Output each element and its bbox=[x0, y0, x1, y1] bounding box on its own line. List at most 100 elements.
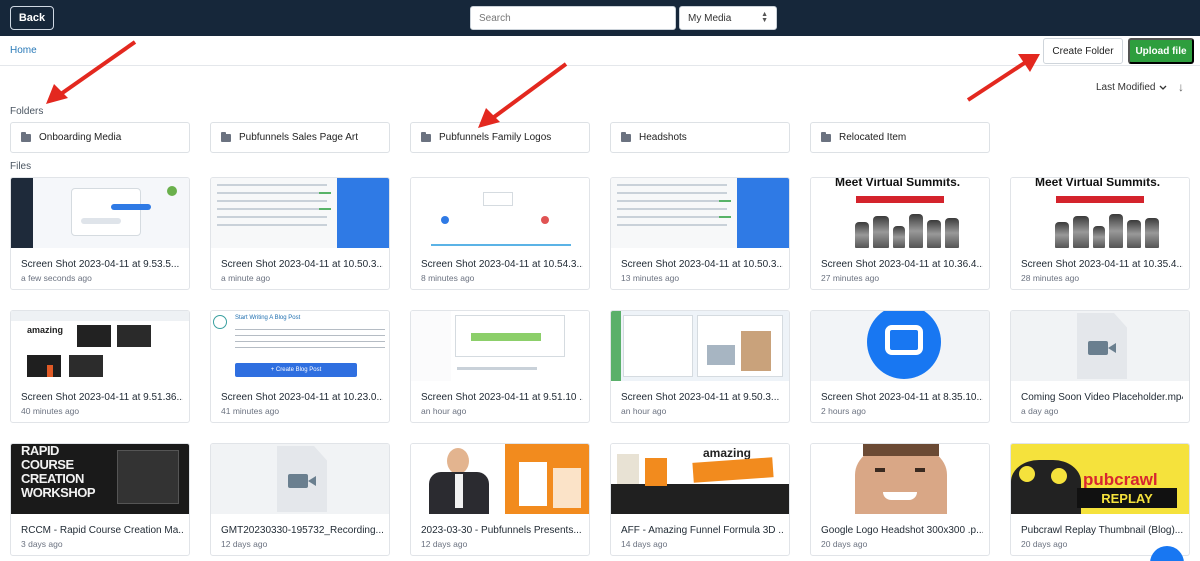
file-card[interactable]: Screen Shot 2023-04-11 at 9.53.5... a fe… bbox=[10, 177, 190, 290]
create-folder-button[interactable]: Create Folder bbox=[1043, 38, 1123, 64]
video-camera-icon bbox=[1088, 341, 1108, 355]
file-card[interactable]: amazing AFF - Amazing Funnel Formula 3D … bbox=[610, 443, 790, 556]
file-thumbnail: amazing bbox=[11, 311, 189, 381]
file-thumbnail bbox=[411, 178, 589, 248]
file-card[interactable]: GMT20230330-195732_Recording... 12 days … bbox=[210, 443, 390, 556]
file-name: Screen Shot 2023-04-11 at 9.53.5... bbox=[21, 259, 180, 270]
file-modified-time: a day ago bbox=[1021, 406, 1059, 416]
folder-name: Pubfunnels Sales Page Art bbox=[239, 132, 358, 143]
file-name: RCCM - Rapid Course Creation Ma... bbox=[21, 525, 183, 536]
file-modified-time: 12 days ago bbox=[221, 539, 268, 549]
folder-icon bbox=[221, 131, 231, 142]
file-card[interactable]: 2023-03-30 - Pubfunnels Presents... 12 d… bbox=[410, 443, 590, 556]
file-card[interactable]: Screen Shot 2023-04-11 at 10.50.3... 13 … bbox=[610, 177, 790, 290]
file-thumbnail: Meet Virtual Summits. bbox=[811, 178, 989, 248]
file-thumbnail bbox=[1011, 311, 1189, 381]
file-name: 2023-03-30 - Pubfunnels Presents... bbox=[421, 525, 582, 536]
back-button[interactable]: Back bbox=[10, 6, 54, 30]
file-card[interactable]: Meet Virtual Summits. Screen Shot 2023-0… bbox=[810, 177, 990, 290]
thumb-amazing-logo: amazing bbox=[703, 446, 752, 460]
video-camera-icon bbox=[288, 474, 308, 488]
file-modified-time: 3 days ago bbox=[21, 539, 63, 549]
folders-heading: Folders bbox=[10, 106, 44, 117]
file-name: Screen Shot 2023-04-11 at 10.23.0... bbox=[221, 392, 383, 403]
folder-name: Onboarding Media bbox=[39, 132, 122, 143]
folder-item[interactable]: Headshots bbox=[610, 122, 790, 153]
file-modified-time: 27 minutes ago bbox=[821, 273, 880, 283]
folder-name: Relocated Item bbox=[839, 132, 907, 143]
file-thumbnail: Start Writing A Blog Post + Create Blog … bbox=[211, 311, 389, 381]
file-card[interactable]: Meet Virtual Summits. Screen Shot 2023-0… bbox=[1010, 177, 1190, 290]
file-card[interactable]: pubcrawl REPLAY Pubcrawl Replay Thumbnai… bbox=[1010, 443, 1190, 556]
file-card[interactable]: Coming Soon Video Placeholder.mp4 a day … bbox=[1010, 310, 1190, 423]
file-card[interactable]: amazing Screen Shot 2023-04-11 at 9.51.3… bbox=[10, 310, 190, 423]
folder-icon bbox=[21, 131, 31, 142]
sort-dropdown[interactable]: Last Modified bbox=[1096, 82, 1167, 93]
files-heading: Files bbox=[10, 161, 32, 172]
thumb-blog-title: Start Writing A Blog Post bbox=[235, 315, 301, 321]
file-modified-time: 8 minutes ago bbox=[421, 273, 475, 283]
file-card[interactable]: Start Writing A Blog Post + Create Blog … bbox=[210, 310, 390, 423]
upload-file-button[interactable]: Upload file bbox=[1128, 38, 1194, 64]
folder-name: Pubfunnels Family Logos bbox=[439, 132, 552, 143]
file-thumbnail: pubcrawl REPLAY bbox=[1011, 444, 1189, 514]
file-name: Coming Soon Video Placeholder.mp4 bbox=[1021, 392, 1183, 403]
folder-name: Headshots bbox=[639, 132, 687, 143]
file-name: Screen Shot 2023-04-11 at 10.36.4... bbox=[821, 259, 983, 270]
file-name: AFF - Amazing Funnel Formula 3D ... bbox=[621, 525, 783, 536]
folder-item[interactable]: Pubfunnels Family Logos bbox=[410, 122, 590, 153]
file-thumbnail bbox=[811, 444, 989, 514]
file-name: Screen Shot 2023-04-11 at 10.50.3... bbox=[621, 259, 783, 270]
chat-bubble-icon bbox=[885, 325, 923, 355]
file-thumbnail bbox=[411, 444, 589, 514]
file-name: Screen Shot 2023-04-11 at 10.54.3... bbox=[421, 259, 583, 270]
file-thumbnail bbox=[211, 444, 389, 514]
file-modified-time: 20 days ago bbox=[821, 539, 868, 549]
thumb-blog-button: + Create Blog Post bbox=[235, 363, 357, 377]
file-modified-time: 2 hours ago bbox=[821, 406, 866, 416]
media-scope-select[interactable]: My Media ▲ ▼ bbox=[679, 6, 777, 30]
file-modified-time: 28 minutes ago bbox=[1021, 273, 1080, 283]
folder-item[interactable]: Relocated Item bbox=[810, 122, 990, 153]
file-thumbnail: amazing bbox=[611, 444, 789, 514]
file-thumbnail: Meet Virtual Summits. bbox=[1011, 178, 1189, 248]
file-card[interactable]: Screen Shot 2023-04-11 at 9.51.10 ... an… bbox=[410, 310, 590, 423]
file-thumbnail bbox=[11, 178, 189, 248]
file-name: GMT20230330-195732_Recording... bbox=[221, 525, 383, 536]
file-thumbnail bbox=[411, 311, 589, 381]
file-thumbnail bbox=[211, 178, 389, 248]
file-card[interactable]: Screen Shot 2023-04-11 at 8.35.10... 2 h… bbox=[810, 310, 990, 423]
file-card[interactable]: RAPID COURSE CREATION WORKSHOP RCCM - Ra… bbox=[10, 443, 190, 556]
file-modified-time: 12 days ago bbox=[421, 539, 468, 549]
sort-direction-icon[interactable]: ↓ bbox=[1178, 80, 1184, 94]
folder-item[interactable]: Onboarding Media bbox=[10, 122, 190, 153]
file-card[interactable]: Screen Shot 2023-04-11 at 10.50.3... a m… bbox=[210, 177, 390, 290]
file-thumbnail bbox=[611, 178, 789, 248]
folder-item[interactable]: Pubfunnels Sales Page Art bbox=[210, 122, 390, 153]
search-input[interactable] bbox=[470, 6, 676, 30]
file-card[interactable]: Google Logo Headshot 300x300 .p... 20 da… bbox=[810, 443, 990, 556]
file-modified-time: an hour ago bbox=[621, 406, 667, 416]
file-name: Screen Shot 2023-04-11 at 9.50.3... bbox=[621, 392, 780, 403]
thumb-amazing-logo: amazing bbox=[27, 325, 64, 335]
file-thumbnail bbox=[611, 311, 789, 381]
sub-header: Home bbox=[0, 36, 1200, 66]
file-modified-time: an hour ago bbox=[421, 406, 467, 416]
breadcrumb-home[interactable]: Home bbox=[10, 45, 37, 56]
thumb-summit-title: Meet Virtual Summits. bbox=[1035, 178, 1161, 187]
folder-icon bbox=[821, 131, 831, 142]
thumb-replay-label: REPLAY bbox=[1077, 488, 1177, 508]
top-bar: Back My Media ▲▼ bbox=[0, 0, 1200, 36]
file-modified-time: a minute ago bbox=[221, 273, 271, 283]
file-card[interactable]: Screen Shot 2023-04-11 at 10.54.3... 8 m… bbox=[410, 177, 590, 290]
file-modified-time: 13 minutes ago bbox=[621, 273, 680, 283]
media-scope-value: My Media bbox=[688, 12, 732, 24]
file-thumbnail: RAPID COURSE CREATION WORKSHOP bbox=[11, 444, 189, 514]
file-card[interactable]: Screen Shot 2023-04-11 at 9.50.3... an h… bbox=[610, 310, 790, 423]
file-thumbnail bbox=[811, 311, 989, 381]
folder-icon bbox=[621, 131, 631, 142]
file-name: Screen Shot 2023-04-11 at 9.51.10 ... bbox=[421, 392, 583, 403]
file-modified-time: 20 days ago bbox=[1021, 539, 1068, 549]
file-modified-time: 41 minutes ago bbox=[221, 406, 280, 416]
thumb-pubcrawl-logo: pubcrawl bbox=[1083, 470, 1158, 489]
